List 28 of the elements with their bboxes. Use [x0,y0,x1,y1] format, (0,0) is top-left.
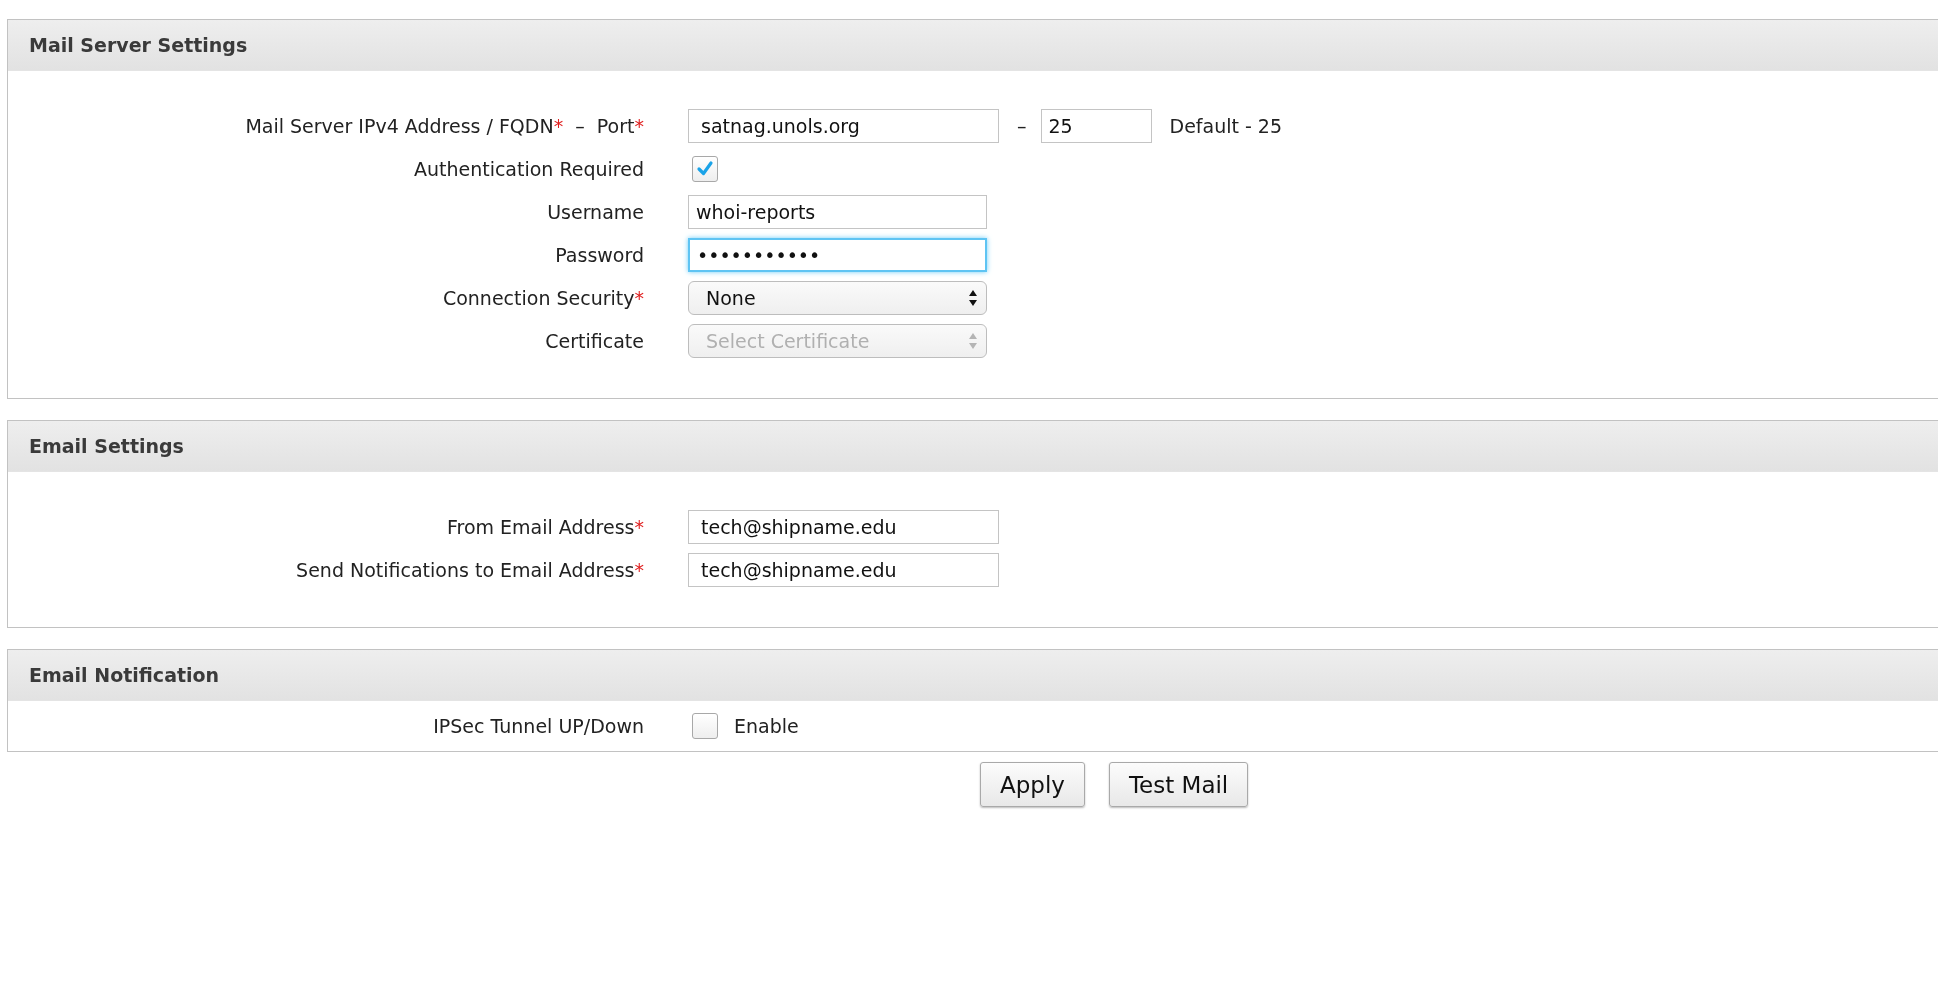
separator-dash: – [1017,115,1027,137]
port-hint: Default - 25 [1169,115,1283,137]
checkbox-label: Enable [734,715,799,737]
field-label: Authentication Required [412,158,644,180]
action-button[interactable]: Apply [980,762,1085,807]
panel-title: Mail Server Settings [29,34,248,56]
field-label: From Email Address* [445,516,644,538]
field-label: IPSec Tunnel UP/Down [432,715,644,737]
field-label: Certificate [544,330,644,352]
field-label: Username [546,201,644,223]
checkbox[interactable] [692,713,718,739]
up-down-arrows-icon [968,289,978,307]
field-label: Send Notifications to Email Address* [295,559,644,581]
text-field[interactable]: ••••••••••• [688,238,987,272]
port-field[interactable]: 25 [1040,109,1152,143]
field-label: Connection Security* [441,287,644,309]
dropdown[interactable]: None [688,281,987,315]
email-field[interactable]: tech@shipname.edu [688,510,999,544]
up-down-arrows-icon [968,332,978,350]
field-label: Password [554,244,644,266]
checkbox[interactable] [692,156,718,182]
field-label: Mail Server IPv4 Address / FQDN* – Port* [244,115,644,137]
action-button[interactable]: Test Mail [1108,762,1249,807]
email-field[interactable]: tech@shipname.edu [688,553,999,587]
panel-title: Email Settings [29,435,184,457]
text-field[interactable]: whoi-reports [688,195,987,229]
panel-title: Email Notification [29,664,220,686]
server-address-field[interactable]: satnag.unols.org [688,109,999,143]
